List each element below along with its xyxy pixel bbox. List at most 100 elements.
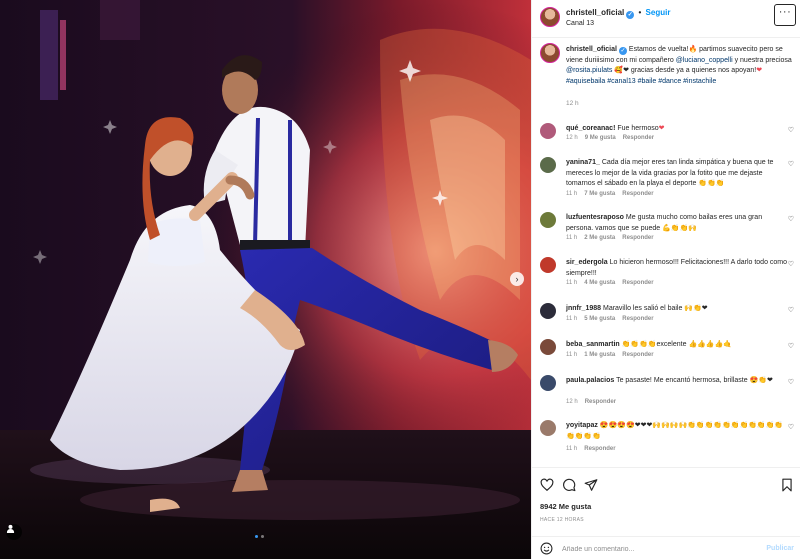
comment-meta: 11 h 7 Me gusta Responder xyxy=(566,191,661,197)
reply-button[interactable]: Responder xyxy=(622,280,653,286)
heart-icon[interactable] xyxy=(540,478,554,492)
heart-icon[interactable]: ♡ xyxy=(788,423,794,431)
carousel-dot xyxy=(261,535,264,538)
post-comment-button[interactable]: Publicar xyxy=(766,545,794,552)
avatar[interactable] xyxy=(540,339,556,355)
comment-icon[interactable] xyxy=(562,478,576,492)
comment-emoji: ❤ xyxy=(658,125,665,132)
comment-username[interactable]: yanina71_ xyxy=(566,159,600,166)
post-side-panel: christell_oficial ✓ • Seguir Canal 13 ···… xyxy=(531,0,800,559)
comment-meta: 11 h 2 Me gusta Responder xyxy=(566,235,661,241)
comment-emoji: 🙌👏❤ xyxy=(684,305,708,312)
reply-button[interactable]: Responder xyxy=(585,399,616,405)
comment-time: 11 h xyxy=(566,235,578,241)
hashtags[interactable]: #aquisebaila #canal13 #baile #dance #ins… xyxy=(566,78,716,85)
reply-button[interactable]: Responder xyxy=(622,235,653,241)
comment-username[interactable]: yoyitapaz xyxy=(566,422,598,429)
location-label[interactable]: Canal 13 xyxy=(566,20,594,27)
comment-time: 11 h xyxy=(566,446,578,452)
caption-emoji: 🥰❤ xyxy=(614,67,629,74)
comment-meta: 11 h 4 Me gusta Responder xyxy=(566,280,661,286)
avatar[interactable] xyxy=(540,303,556,319)
comment-likes[interactable]: 9 Me gusta xyxy=(585,135,616,141)
comment-body: excelente xyxy=(656,341,687,348)
reply-button[interactable]: Responder xyxy=(622,191,653,197)
avatar[interactable] xyxy=(540,7,560,27)
avatar[interactable] xyxy=(540,420,556,436)
mention-link[interactable]: @rosita.piulats xyxy=(566,67,612,74)
fire-emoji: 🔥 xyxy=(688,46,698,53)
comment-emoji: 😍👏❤ xyxy=(749,377,773,384)
comment-time: 11 h xyxy=(566,280,578,286)
heart-icon[interactable]: ♡ xyxy=(788,342,794,350)
avatar[interactable] xyxy=(540,212,556,228)
carousel-dots xyxy=(255,535,264,538)
comment-time: 11 h xyxy=(566,316,578,322)
heart-icon[interactable]: ♡ xyxy=(788,260,794,268)
comment-meta: 12 h 9 Me gusta Responder xyxy=(566,135,661,141)
reply-button[interactable]: Responder xyxy=(622,316,653,322)
comment-text: beba_sanmartin 👏👏👏👏excelente 👍👍👍👍🤙 xyxy=(566,340,788,351)
comment-likes[interactable]: 4 Me gusta xyxy=(584,280,615,286)
comment-username[interactable]: beba_sanmartin xyxy=(566,341,620,348)
comment-emoji: 👍👍👍👍🤙 xyxy=(688,341,733,348)
add-comment-bar: Publicar xyxy=(532,536,800,559)
post-header: christell_oficial ✓ • Seguir Canal 13 ··· xyxy=(532,0,800,38)
caption-username[interactable]: christell_oficial xyxy=(566,46,617,53)
heart-icon[interactable]: ♡ xyxy=(788,160,794,168)
share-icon[interactable] xyxy=(584,478,598,492)
post-photo[interactable]: › xyxy=(0,0,531,559)
comment-username[interactable]: luzfuentesraposo xyxy=(566,214,624,221)
comments-list[interactable]: christell_oficial ✓ Estamos de vuelta!🔥 p… xyxy=(532,39,800,466)
next-arrow-icon[interactable]: › xyxy=(510,272,524,286)
comment-emoji: 💪👏👏🙌 xyxy=(662,224,698,232)
comment-meta: 11 h 1 Me gusta Responder xyxy=(566,352,661,358)
caption-part-3: y nuestra preciosa xyxy=(732,56,792,64)
emoji-icon[interactable] xyxy=(540,542,553,555)
comment-text: yoyitapaz 😍😍😍😍❤❤❤🙌🙌🙌🙌👏👏👏👏👏👏👏👏👏👏👏👏👏👏👏 xyxy=(566,421,788,442)
bookmark-icon[interactable] xyxy=(780,478,794,492)
header-username-row: christell_oficial ✓ • Seguir xyxy=(566,8,670,19)
comment-meta: 11 h Responder xyxy=(566,446,623,452)
reply-button[interactable]: Responder xyxy=(623,135,654,141)
separator-dot: • xyxy=(638,8,642,17)
comment-likes[interactable]: 1 Me gusta xyxy=(584,352,615,358)
comment-likes[interactable]: 5 Me gusta xyxy=(584,316,615,322)
heart-icon[interactable]: ♡ xyxy=(788,215,794,223)
comment-username[interactable]: jnnfr_1988 xyxy=(566,305,601,312)
comment-time: 11 h xyxy=(566,352,578,358)
follow-button[interactable]: Seguir xyxy=(646,8,671,17)
post-age: HACE 12 HORAS xyxy=(540,517,584,523)
comment-time: 12 h xyxy=(566,399,578,405)
tag-user-icon[interactable] xyxy=(6,524,22,540)
comment-emoji: 😍😍😍😍❤❤❤🙌🙌🙌🙌👏👏👏👏👏👏👏👏👏👏👏👏👏👏👏 xyxy=(566,422,784,440)
avatar[interactable] xyxy=(540,257,556,273)
comment-text: qué_coreanac! Fue hermoso❤ xyxy=(566,124,788,135)
avatar[interactable] xyxy=(540,375,556,391)
avatar[interactable] xyxy=(540,123,556,139)
avatar[interactable] xyxy=(540,157,556,173)
comment-likes[interactable]: 2 Me gusta xyxy=(584,235,615,241)
heart-icon[interactable]: ♡ xyxy=(788,126,794,134)
comment-text: yanina71_ Cada día mejor eres tan linda … xyxy=(566,158,788,190)
header-username[interactable]: christell_oficial xyxy=(566,8,624,17)
comment-text: paula.palacios Te pasaste! Me encantó he… xyxy=(566,376,788,387)
comment-time: 11 h xyxy=(566,191,578,197)
comment-input[interactable] xyxy=(562,543,752,556)
reply-button[interactable]: Responder xyxy=(622,352,653,358)
mention-link[interactable]: @luciano_coppelli xyxy=(676,57,733,64)
more-icon[interactable]: ··· xyxy=(774,4,796,26)
comment-username[interactable]: sir_edergola xyxy=(566,259,608,266)
caption-heart: ❤ xyxy=(756,67,763,74)
comment-likes[interactable]: 7 Me gusta xyxy=(584,191,615,197)
reply-button[interactable]: Responder xyxy=(584,446,615,452)
comment-username[interactable]: qué_coreanac! xyxy=(566,125,615,132)
verified-icon: ✓ xyxy=(626,11,635,19)
comment-text: luzfuentesraposo Me gusta mucho como bai… xyxy=(566,213,788,234)
comment-emoji: 👏👏👏👏 xyxy=(621,341,657,348)
comment-username[interactable]: paula.palacios xyxy=(566,377,614,384)
avatar[interactable] xyxy=(540,43,560,63)
heart-icon[interactable]: ♡ xyxy=(788,378,794,386)
heart-icon[interactable]: ♡ xyxy=(788,306,794,314)
likes-count[interactable]: 8942 Me gusta xyxy=(540,502,591,511)
